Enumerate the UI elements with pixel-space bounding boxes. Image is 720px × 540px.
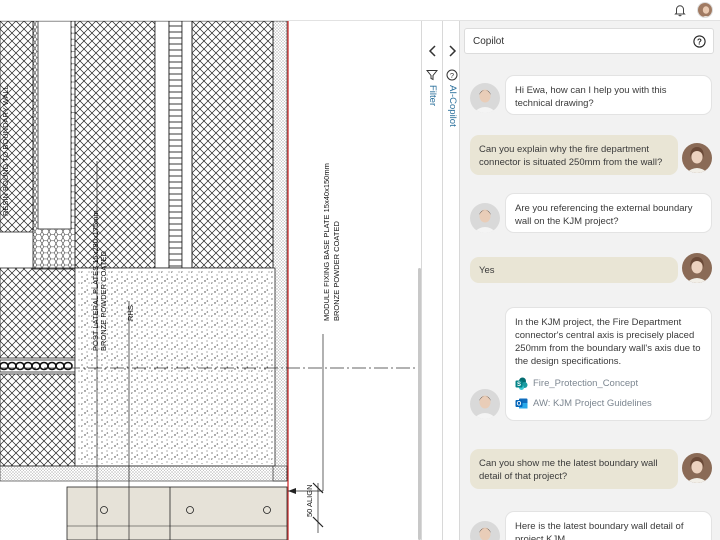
document-link[interactable]: S Fire_Protection_Concept — [515, 377, 702, 390]
copilot-label[interactable]: AI-Copilot — [447, 85, 458, 127]
filter-label[interactable]: Filter — [427, 85, 438, 106]
bell-icon[interactable] — [673, 3, 687, 17]
label-resin-bound: RESIN BOUND TO BOUNDARY WALL — [1, 85, 10, 216]
chat-message-ai: Here is the latest boundary wall detail … — [505, 511, 712, 540]
label-align: 50 ALIGN — [305, 484, 314, 517]
user-avatar-chat — [682, 453, 712, 483]
chat-header: Copilot ? — [464, 28, 714, 54]
svg-text:?: ? — [450, 71, 454, 80]
label-bronze-coated-2: BRONZE POWDER COATED — [332, 221, 341, 321]
label-rhs: RHS — [126, 305, 135, 321]
svg-text:S: S — [517, 382, 521, 388]
chat-message-user: Can you explain why the fire department … — [470, 135, 678, 175]
outlook-icon: O — [515, 398, 528, 409]
filter-rail: Filter — [421, 21, 442, 540]
message-text: Can you show me the latest boundary wall… — [479, 458, 658, 482]
document-label[interactable]: Fire_Protection_Concept — [533, 377, 638, 390]
chevron-left-icon[interactable] — [426, 44, 440, 58]
message-text: Are you referencing the external boundar… — [515, 203, 693, 227]
ai-avatar — [470, 203, 500, 233]
technical-drawing-canvas[interactable]: RESIN BOUND TO BOUNDARY WALL POST LATERA… — [0, 21, 416, 540]
label-module-fixing: MODULE FIXING BASE PLATE 15x40x150mm — [322, 163, 331, 321]
message-text: In the KJM project, the Fire Department … — [515, 317, 701, 367]
document-label[interactable]: AW: KJM Project Guidelines — [533, 397, 652, 410]
chevron-right-icon[interactable] — [445, 44, 459, 58]
chat-message-user: Yes — [470, 257, 678, 283]
svg-text:O: O — [517, 402, 522, 408]
message-text: Hi Ewa, how can I help you with this tec… — [515, 85, 667, 109]
svg-text:?: ? — [697, 37, 702, 46]
copilot-rail: ? AI-Copilot — [442, 21, 460, 540]
app-window: RESIN BOUND TO BOUNDARY WALL POST LATERA… — [0, 0, 720, 540]
ai-avatar — [470, 83, 500, 113]
chat-message-ai: Are you referencing the external boundar… — [505, 193, 712, 233]
chat-title: Copilot — [473, 36, 505, 47]
help-icon[interactable]: ? — [693, 35, 706, 48]
label-bronze-coated-1: BRONZE POWDER COATED — [99, 251, 108, 351]
top-bar — [0, 0, 720, 21]
chat-message-ai: In the KJM project, the Fire Department … — [505, 307, 712, 421]
chat-message-user: Can you show me the latest boundary wall… — [470, 449, 678, 489]
filter-icon[interactable] — [426, 69, 438, 81]
user-avatar-chat — [682, 253, 712, 283]
copilot-chat-panel: Copilot ? Hi Ewa, how can I help you wit… — [460, 21, 720, 540]
user-avatar[interactable] — [697, 2, 713, 18]
ai-avatar — [470, 521, 500, 540]
user-avatar-chat — [682, 143, 712, 173]
help-circle-icon[interactable]: ? — [446, 69, 458, 81]
message-text: Can you explain why the fire department … — [479, 144, 663, 168]
message-text: Here is the latest boundary wall detail … — [515, 521, 684, 540]
message-text: Yes — [479, 265, 495, 276]
sharepoint-icon: S — [515, 377, 528, 390]
ai-avatar — [470, 389, 500, 419]
document-link[interactable]: O AW: KJM Project Guidelines — [515, 397, 702, 410]
chat-message-ai: Hi Ewa, how can I help you with this tec… — [505, 75, 712, 115]
